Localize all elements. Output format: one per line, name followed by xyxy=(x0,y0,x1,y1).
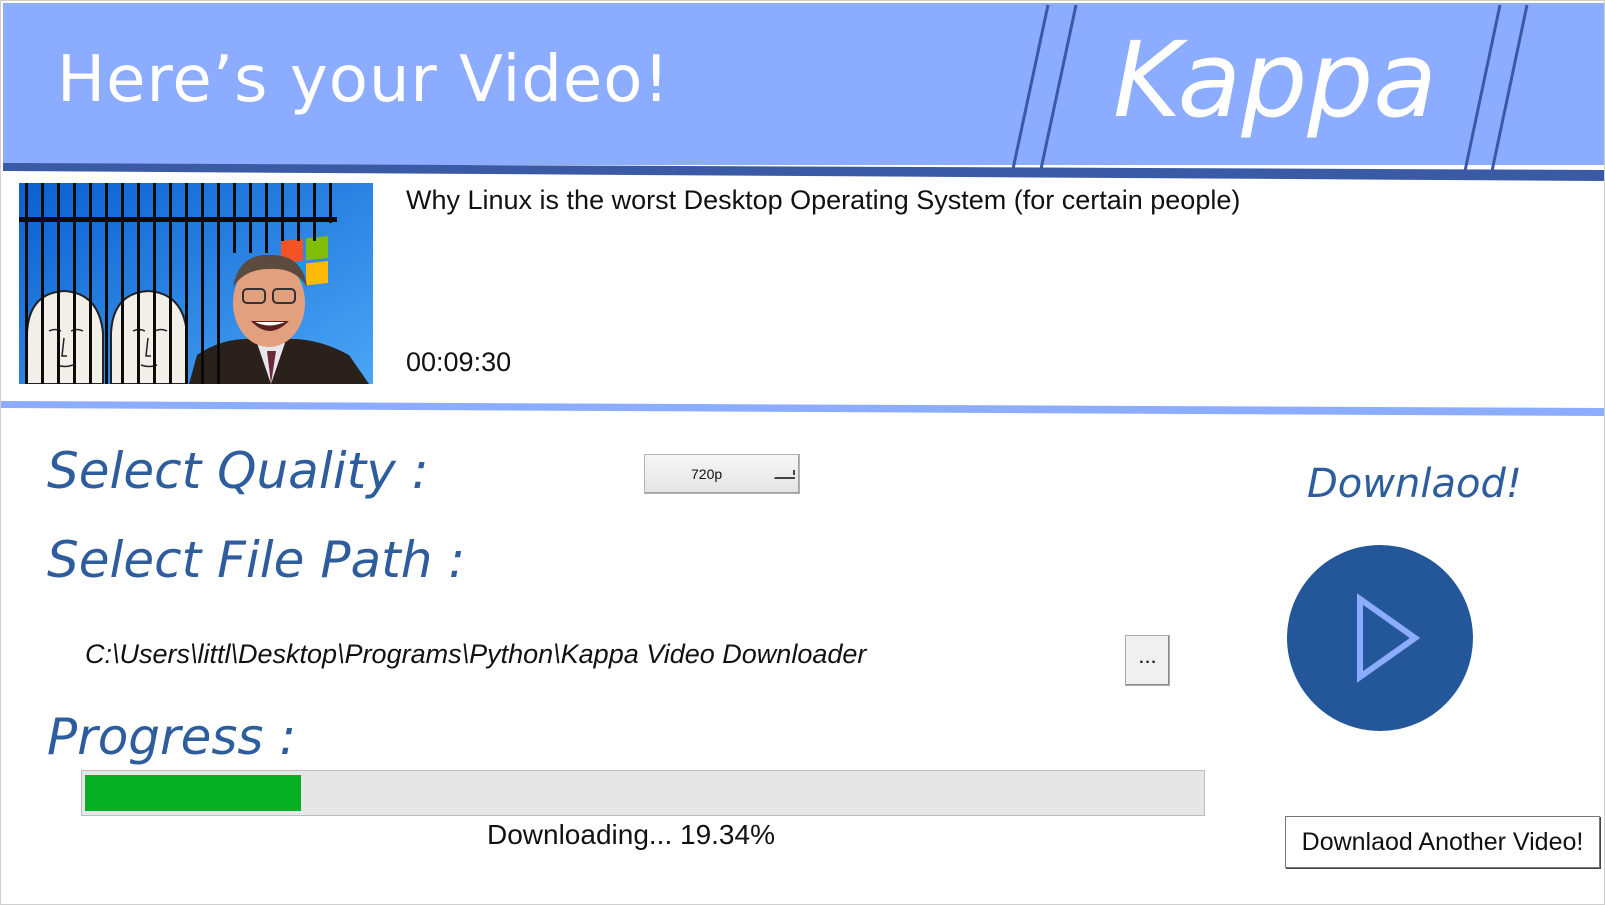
header-banner: Here’s your Video! Kappa xyxy=(3,3,1604,181)
select-quality-label: Select Quality : xyxy=(47,442,429,500)
quality-selected-value: 720p xyxy=(691,466,723,482)
video-thumbnail xyxy=(19,183,373,384)
section-divider xyxy=(1,401,1604,416)
progress-bar-fill xyxy=(85,775,301,811)
play-icon xyxy=(1357,593,1421,683)
download-button[interactable] xyxy=(1287,545,1473,731)
select-file-path-label: Select File Path : xyxy=(47,531,466,589)
download-label: Downlaod! xyxy=(1307,461,1522,507)
progress-status-text: Downloading... 19.34% xyxy=(487,819,775,850)
progress-label: Progress : xyxy=(47,708,297,766)
chevron-down-icon xyxy=(774,470,795,479)
browse-button[interactable]: ... xyxy=(1125,635,1170,686)
video-duration: 00:09:30 xyxy=(406,347,512,377)
brand-logo-text: Kappa xyxy=(1113,19,1437,141)
page-title: Here’s your Video! xyxy=(57,43,671,117)
quality-dropdown[interactable]: 720p xyxy=(644,454,800,494)
video-title: Why Linux is the worst Desktop Operating… xyxy=(406,185,1241,215)
download-another-video-button[interactable]: Downlaod Another Video! xyxy=(1285,816,1600,868)
app-window: Here’s your Video! Kappa Why Linux is th… xyxy=(0,0,1605,905)
file-path-value: C:\Users\littl\Desktop\Programs\Python\K… xyxy=(85,639,867,669)
progress-bar xyxy=(81,770,1205,816)
